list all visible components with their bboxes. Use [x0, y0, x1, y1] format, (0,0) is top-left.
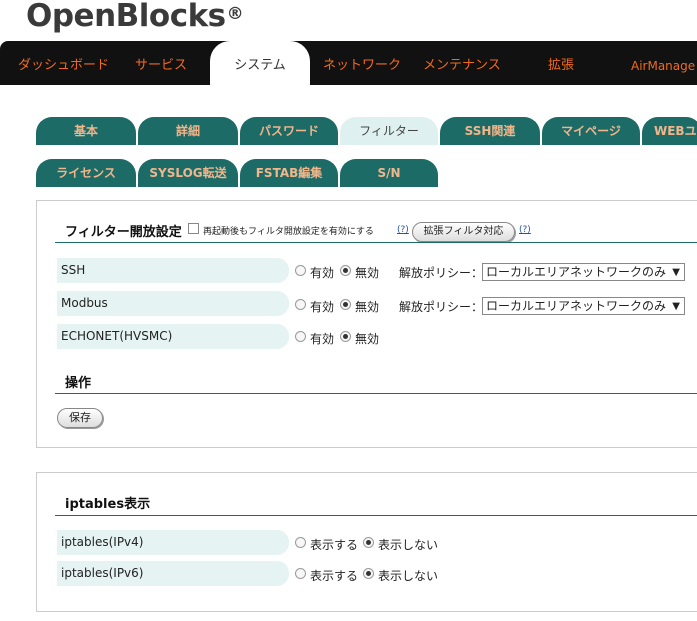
tab-license[interactable]: ライセンス: [36, 159, 136, 187]
echonet-enable-radio[interactable]: [295, 331, 306, 342]
modbus-enable-radio[interactable]: [295, 299, 306, 310]
ssh-enable-label: 有効: [310, 266, 335, 280]
modbus-label: Modbus: [57, 291, 289, 316]
iptables-divider: [55, 515, 697, 516]
ipv4-hide-label: 表示しない: [378, 538, 439, 552]
filter-section-title: フィルター開放設定: [65, 225, 182, 240]
ipv6-hide-label: 表示しない: [378, 569, 439, 583]
modbus-policy-label: 解放ポリシー：: [399, 300, 484, 314]
ops-section-title: 操作: [65, 376, 92, 391]
tab-detail[interactable]: 詳細: [138, 117, 238, 145]
echonet-label: ECHONET(HVSMC): [57, 324, 289, 349]
tab-mypage[interactable]: マイページ: [542, 117, 640, 145]
tab-ssh[interactable]: SSH関連: [440, 117, 540, 145]
nav-airmanage[interactable]: AirManage: [631, 41, 695, 85]
chevron-down-icon: ▼: [672, 267, 680, 278]
help-link[interactable]: (?): [397, 225, 409, 235]
ipv4-show-radio[interactable]: [295, 537, 306, 548]
iptables-ipv6-label: iptables(IPv6): [57, 561, 289, 586]
tab-filter[interactable]: フィルター: [340, 117, 438, 145]
nav-maintenance[interactable]: メンテナンス: [423, 41, 501, 85]
save-button[interactable]: 保存: [57, 408, 103, 428]
chevron-down-icon: ▼: [672, 301, 680, 312]
tab-web-user[interactable]: WEBユ: [642, 117, 697, 145]
ipv6-show-label: 表示する: [310, 569, 359, 583]
persist-checkbox[interactable]: [188, 223, 199, 234]
ssh-policy-label: 解放ポリシー：: [399, 266, 484, 280]
top-navigation: ダッシュボード サービス システム ネットワーク メンテナンス 拡張 AirMa…: [0, 41, 697, 85]
nav-dashboard[interactable]: ダッシュボード: [18, 41, 109, 85]
openblocks-logo: OpenBlocks®: [26, 0, 244, 34]
ipv4-hide-radio[interactable]: [363, 537, 374, 548]
nav-services[interactable]: サービス: [135, 41, 187, 85]
modbus-policy-value: ローカルエリアネットワークのみ: [486, 299, 667, 313]
modbus-disable-radio[interactable]: [340, 299, 351, 310]
persist-checkbox-label: 再起動後もフィルタ開放設定を有効にする: [203, 227, 374, 237]
tab-syslog[interactable]: SYSLOG転送: [138, 159, 238, 187]
echonet-enable-label: 有効: [310, 332, 335, 346]
tab-password[interactable]: パスワード: [240, 117, 338, 145]
ssh-disable-label: 無効: [355, 266, 380, 280]
filter-divider: [55, 242, 697, 243]
filter-panel: フィルター開放設定 再起動後もフィルタ開放設定を有効にする (?) 拡張フィルタ…: [36, 200, 697, 448]
ssh-enable-radio[interactable]: [295, 265, 306, 276]
brand-mark: ®: [226, 4, 244, 24]
iptables-ipv4-label: iptables(IPv4): [57, 530, 289, 555]
tab-fstab[interactable]: FSTAB編集: [240, 159, 338, 187]
help-link-2[interactable]: (?): [519, 225, 531, 235]
modbus-disable-label: 無効: [355, 300, 380, 314]
brand-name: OpenBlocks: [26, 0, 226, 34]
extend-filter-button[interactable]: 拡張フィルタ対応: [412, 222, 515, 242]
tab-basic[interactable]: 基本: [36, 117, 136, 145]
ipv6-show-radio[interactable]: [295, 568, 306, 579]
ipv4-show-label: 表示する: [310, 538, 359, 552]
ssh-label: SSH: [57, 258, 289, 283]
tab-sn[interactable]: S/N: [340, 159, 438, 187]
iptables-section-title: iptables表示: [65, 497, 151, 512]
ssh-policy-value: ローカルエリアネットワークのみ: [486, 265, 667, 279]
nav-network[interactable]: ネットワーク: [323, 41, 401, 85]
modbus-policy-select[interactable]: ローカルエリアネットワークのみ ▼: [482, 297, 685, 315]
echonet-disable-radio[interactable]: [340, 331, 351, 342]
ssh-disable-radio[interactable]: [340, 265, 351, 276]
iptables-panel: iptables表示 iptables(IPv4) 表示する 表示しない ipt…: [36, 472, 697, 612]
echonet-disable-label: 無効: [355, 332, 380, 346]
ipv6-hide-radio[interactable]: [363, 568, 374, 579]
ssh-policy-select[interactable]: ローカルエリアネットワークのみ ▼: [482, 263, 685, 281]
nav-extension[interactable]: 拡張: [548, 41, 574, 85]
ops-divider: [55, 393, 697, 394]
modbus-enable-label: 有効: [310, 300, 335, 314]
nav-system[interactable]: システム: [210, 41, 310, 85]
